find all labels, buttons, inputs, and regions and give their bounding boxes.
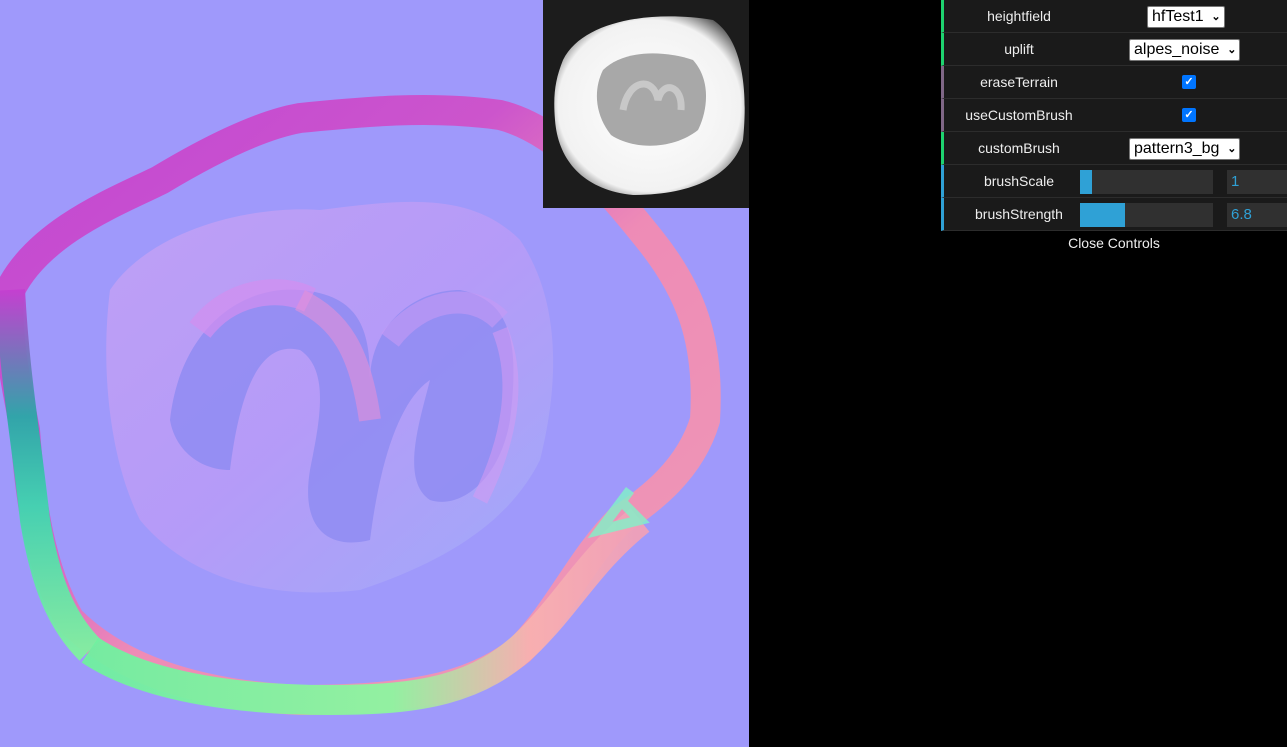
chevron-down-icon: ⌄ [1211,11,1221,23]
brush-scale-row: brushScale 1 [941,165,1287,198]
brush-scale-slider-fill [1080,170,1092,194]
brush-scale-slider[interactable] [1080,170,1213,194]
terrain-viewport[interactable] [0,0,749,747]
chevron-down-icon: ⌄ [1227,44,1237,56]
brush-strength-input[interactable]: 6.8 [1227,203,1287,227]
uplift-value: alpes_noise [1134,41,1220,58]
custom-brush-label: customBrush [978,140,1060,156]
brush-strength-row: brushStrength 6.8 [941,198,1287,231]
heightfield-row: heightfield hfTest1 ⌄ [941,0,1287,33]
brush-strength-slider[interactable] [1080,203,1213,227]
uplift-select[interactable]: alpes_noise ⌄ [1129,39,1241,61]
heightfield-select[interactable]: hfTest1 ⌄ [1147,6,1225,28]
use-custom-brush-checkbox[interactable]: ✓ [1182,108,1196,122]
erase-terrain-checkbox[interactable]: ✓ [1182,75,1196,89]
brush-scale-label: brushScale [983,173,1055,189]
chevron-down-icon: ⌄ [1227,143,1237,155]
custom-brush-value: pattern3_bg [1134,140,1220,157]
uplift-row: uplift alpes_noise ⌄ [941,33,1287,66]
use-custom-brush-label: useCustomBrush [965,107,1073,123]
controls-panel: heightfield hfTest1 ⌄ uplift alpes_noise… [941,0,1287,255]
brush-strength-label: brushStrength [975,206,1063,222]
custom-brush-select[interactable]: pattern3_bg ⌄ [1129,138,1241,160]
heightfield-value: hfTest1 [1152,8,1204,25]
checkmark-icon: ✓ [1184,109,1194,121]
use-custom-brush-row: useCustomBrush ✓ [941,99,1287,132]
erase-terrain-label: eraseTerrain [980,74,1058,90]
heightfield-label: heightfield [987,8,1051,24]
erase-terrain-row: eraseTerrain ✓ [941,66,1287,99]
close-controls-button[interactable]: Close Controls [941,231,1287,255]
brush-strength-slider-fill [1080,203,1126,227]
uplift-label: uplift [1004,41,1034,57]
custom-brush-row: customBrush pattern3_bg ⌄ [941,132,1287,165]
brush-scale-input[interactable]: 1 [1227,170,1287,194]
heightmap-preview [543,0,749,208]
checkmark-icon: ✓ [1184,76,1194,88]
